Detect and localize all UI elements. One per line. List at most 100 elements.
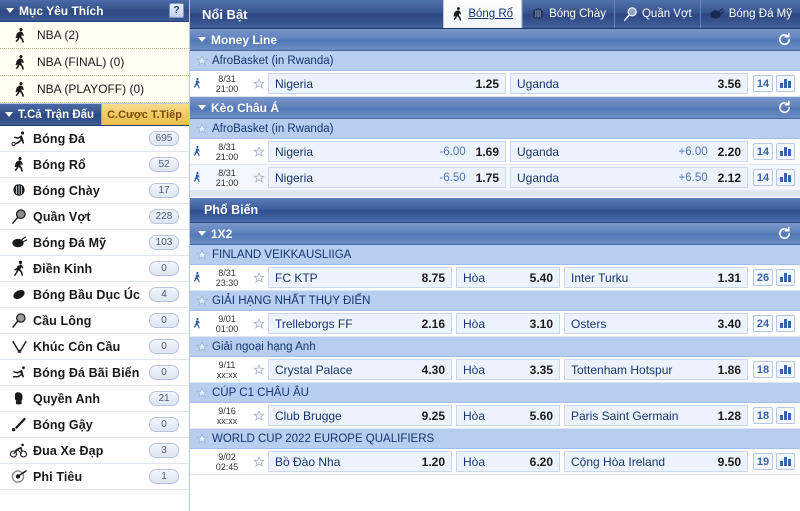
favorite-item[interactable]: NBA (PLAYOFF) (0) — [0, 76, 189, 103]
help-icon[interactable]: ? — [169, 3, 184, 18]
markets-scroll-area[interactable]: Money Line AfroBasket (in Rwanda) 8/31 2… — [190, 29, 800, 511]
more-markets-count[interactable]: 18 — [753, 361, 773, 378]
sidebar-item-cycling[interactable]: Đua Xe Đạp 3 — [0, 438, 189, 464]
odds-cell-home[interactable]: Nigeria 1.25 — [268, 73, 506, 94]
league-row[interactable]: AfroBasket (in Rwanda) — [190, 51, 800, 71]
star-icon[interactable] — [196, 54, 208, 67]
odds-cell-away[interactable]: Uganda 3.56 — [510, 73, 748, 94]
odds-cell-draw[interactable]: Hòa 3.10 — [456, 313, 560, 334]
odds-cell-home[interactable]: Bồ Đào Nha 1.20 — [268, 451, 452, 472]
tab-basketball[interactable]: Bóng Rổ — [443, 0, 523, 28]
market-header-1x2[interactable]: 1X2 — [190, 223, 800, 245]
sidebar-item-baseball[interactable]: Bóng Chày 17 — [0, 178, 189, 204]
more-markets-count[interactable]: 19 — [753, 453, 773, 470]
star-icon[interactable] — [250, 165, 268, 190]
star-icon[interactable] — [196, 386, 208, 399]
odds-cell-home[interactable]: Club Brugge 9.25 — [268, 405, 452, 426]
league-row[interactable]: GIẢI HẠNG NHẤT THỤY ĐIỂN — [190, 291, 800, 311]
favorites-panel-header[interactable]: Mục Yêu Thích ? — [0, 0, 189, 22]
odds-cell-home[interactable]: Nigeria -6.50 1.75 — [268, 167, 506, 188]
tab-baseball[interactable]: Bóng Chày — [522, 0, 614, 28]
sidebar-item-tennis[interactable]: Quần Vợt 228 — [0, 204, 189, 230]
tab-all-matches[interactable]: T.Cả Trận Đấu — [0, 104, 101, 125]
odds-cell-home[interactable]: FC KTP 8.75 — [268, 267, 452, 288]
league-row[interactable]: CÚP C1 CHÂU ÂU — [190, 383, 800, 403]
bar-chart-icon[interactable] — [776, 75, 795, 92]
star-icon[interactable] — [196, 248, 208, 261]
sidebar-item-hockey[interactable]: Khúc Côn Cầu 0 — [0, 334, 189, 360]
table-row[interactable]: 8/31 21:00 Nigeria -6.00 1.69 Uganda +6.… — [190, 139, 800, 165]
more-markets-count[interactable]: 14 — [753, 169, 773, 186]
league-row[interactable]: AfroBasket (in Rwanda) — [190, 119, 800, 139]
tab-live-betting[interactable]: C.Cược T.Tiếp — [101, 104, 189, 125]
odds-cell-away[interactable]: Osters 3.40 — [564, 313, 748, 334]
table-row[interactable]: 9/02 02:45 Bồ Đào Nha 1.20 Hòa 6.20 Cộng… — [190, 449, 800, 475]
star-icon[interactable] — [196, 294, 208, 307]
star-icon[interactable] — [250, 265, 268, 290]
refresh-icon[interactable] — [777, 100, 792, 115]
odds-cell-home[interactable]: Nigeria -6.00 1.69 — [268, 141, 506, 162]
odds-cell-away[interactable]: Uganda +6.00 2.20 — [510, 141, 748, 162]
odds-cell-draw[interactable]: Hòa 5.60 — [456, 405, 560, 426]
star-icon[interactable] — [250, 311, 268, 336]
more-markets-count[interactable]: 24 — [753, 315, 773, 332]
league-row[interactable]: WORLD CUP 2022 EUROPE QUALIFIERS — [190, 429, 800, 449]
sidebar-item-boxing[interactable]: Quyền Anh 21 — [0, 386, 189, 412]
star-icon[interactable] — [250, 139, 268, 164]
tab-tennis[interactable]: Quần Vợt — [613, 0, 700, 28]
sidebar-item-darts[interactable]: Phi Tiêu 1 — [0, 464, 189, 490]
odds-cell-away[interactable]: Paris Saint Germain 1.28 — [564, 405, 748, 426]
sidebar-item-aussie-rules[interactable]: Bóng Bầu Dục Úc 4 — [0, 282, 189, 308]
star-icon[interactable] — [196, 432, 208, 445]
odds-cell-away[interactable]: Cộng Hòa Ireland 9.50 — [564, 451, 748, 472]
table-row[interactable]: 8/31 23:30 FC KTP 8.75 Hòa 5.40 Inter Tu… — [190, 265, 800, 291]
refresh-icon[interactable] — [777, 226, 792, 241]
star-icon[interactable] — [250, 71, 268, 96]
sidebar-item-badminton[interactable]: Cầu Lông 0 — [0, 308, 189, 334]
odds-cell-draw[interactable]: Hòa 6.20 — [456, 451, 560, 472]
market-header-money-line[interactable]: Money Line — [190, 29, 800, 51]
bar-chart-icon[interactable] — [776, 361, 795, 378]
soccer-icon — [8, 131, 30, 146]
bar-chart-icon[interactable] — [776, 169, 795, 186]
odds-cell-away[interactable]: Inter Turku 1.31 — [564, 267, 748, 288]
bar-chart-icon[interactable] — [776, 143, 795, 160]
table-row[interactable]: 9/11 xx:xx Crystal Palace 4.30 Hòa 3.35 … — [190, 357, 800, 383]
table-row[interactable]: 9/01 01:00 Trelleborgs FF 2.16 Hòa 3.10 … — [190, 311, 800, 337]
bar-chart-icon[interactable] — [776, 315, 795, 332]
more-markets-count[interactable]: 18 — [753, 407, 773, 424]
league-row[interactable]: Giải ngoại hạng Anh — [190, 337, 800, 357]
sidebar-item-athletics[interactable]: Điền Kinh 0 — [0, 256, 189, 282]
bar-chart-icon[interactable] — [776, 269, 795, 286]
table-row[interactable]: 8/31 21:00 Nigeria -6.50 1.75 Uganda +6.… — [190, 165, 800, 191]
star-icon[interactable] — [250, 449, 268, 474]
odds-cell-draw[interactable]: Hòa 5.40 — [456, 267, 560, 288]
market-header-asian-handicap[interactable]: Kèo Châu Á — [190, 97, 800, 119]
bar-chart-icon[interactable] — [776, 407, 795, 424]
tab-american-football[interactable]: Bóng Đá Mỹ — [699, 0, 800, 28]
odds-cell-home[interactable]: Crystal Palace 4.30 — [268, 359, 452, 380]
star-icon[interactable] — [196, 340, 208, 353]
sidebar-item-soccer[interactable]: Bóng Đá 695 — [0, 126, 189, 152]
more-markets-count[interactable]: 14 — [753, 143, 773, 160]
table-row[interactable]: 8/31 21:00 Nigeria 1.25 Uganda 3.56 14 — [190, 71, 800, 97]
table-row[interactable]: 9/16 xx:xx Club Brugge 9.25 Hòa 5.60 Par… — [190, 403, 800, 429]
sidebar-item-basketball[interactable]: Bóng Rổ 52 — [0, 152, 189, 178]
refresh-icon[interactable] — [777, 32, 792, 47]
favorite-item[interactable]: NBA (FINAL) (0) — [0, 49, 189, 76]
star-icon[interactable] — [250, 403, 268, 428]
star-icon[interactable] — [196, 122, 208, 135]
more-markets-count[interactable]: 26 — [753, 269, 773, 286]
odds-cell-draw[interactable]: Hòa 3.35 — [456, 359, 560, 380]
favorite-item[interactable]: NBA (2) — [0, 22, 189, 49]
more-markets-count[interactable]: 14 — [753, 75, 773, 92]
sidebar-item-beach-soccer[interactable]: Bóng Đá Bãi Biển 0 — [0, 360, 189, 386]
star-icon[interactable] — [250, 357, 268, 382]
league-row[interactable]: FINLAND VEIKKAUSLIIGA — [190, 245, 800, 265]
sidebar-item-cricket[interactable]: Bóng Gậy 0 — [0, 412, 189, 438]
odds-cell-away[interactable]: Uganda +6.50 2.12 — [510, 167, 748, 188]
odds-cell-away[interactable]: Tottenham Hotspur 1.86 — [564, 359, 748, 380]
odds-cell-home[interactable]: Trelleborgs FF 2.16 — [268, 313, 452, 334]
sidebar-item-american-football[interactable]: Bóng Đá Mỹ 103 — [0, 230, 189, 256]
bar-chart-icon[interactable] — [776, 453, 795, 470]
